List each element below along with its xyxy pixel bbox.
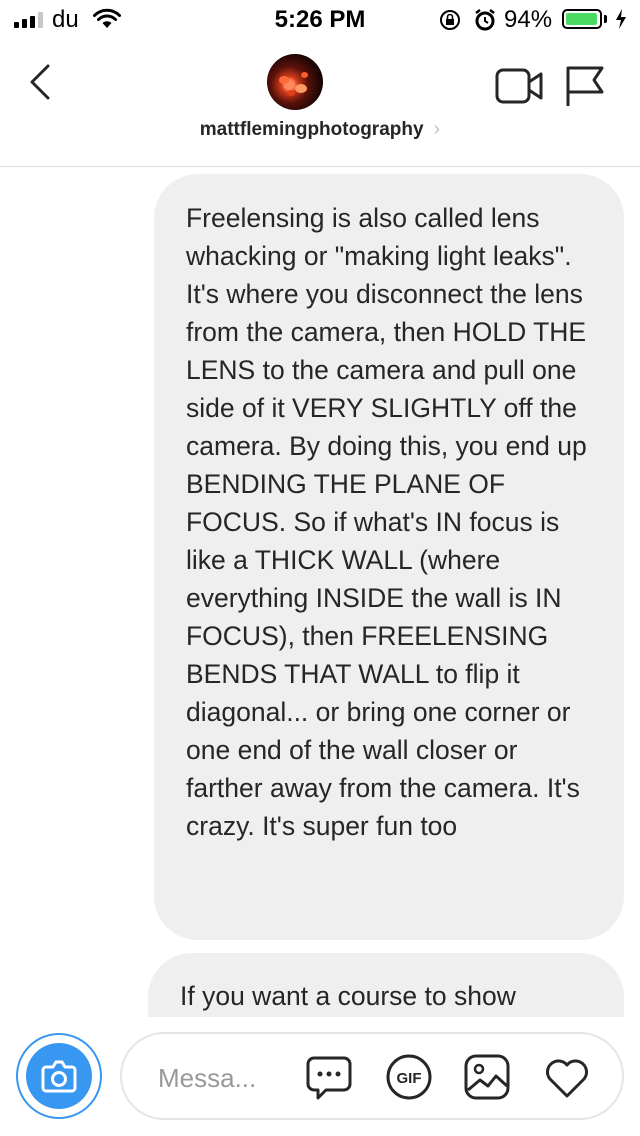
chat-bubble-icon[interactable] — [304, 1052, 354, 1102]
message-input-container: GIF — [120, 1032, 624, 1120]
username-chevron-icon: › — [433, 118, 441, 140]
charging-bolt-icon — [616, 9, 626, 29]
message-composer: GIF — [0, 1017, 640, 1136]
gif-icon[interactable]: GIF — [384, 1052, 434, 1102]
heart-icon[interactable] — [542, 1052, 592, 1102]
camera-icon — [41, 1060, 77, 1093]
flag-icon[interactable] — [564, 64, 606, 108]
rotation-lock-icon — [440, 10, 460, 30]
message-bubble[interactable]: Freelensing is also called lens whacking… — [154, 174, 624, 940]
alarm-icon — [475, 9, 495, 31]
back-chevron-icon[interactable] — [24, 58, 60, 106]
camera-button[interactable] — [16, 1033, 102, 1119]
battery-icon — [562, 9, 602, 29]
avatar[interactable] — [267, 54, 323, 110]
photo-icon[interactable] — [462, 1052, 512, 1102]
message-input[interactable] — [158, 1060, 278, 1096]
video-call-icon[interactable] — [495, 66, 545, 106]
gif-label: GIF — [397, 1070, 422, 1087]
message-text: If you want a course to show — [180, 981, 516, 1011]
battery-percent: 94% — [504, 6, 553, 33]
message-bubble[interactable]: If you want a course to show — [148, 953, 624, 1017]
message-text: Freelensing is also called lens whacking… — [186, 203, 587, 841]
status-bar: du 5:26 PM 94% — [0, 0, 640, 40]
conversation-header: mattflemingphotography › — [0, 40, 640, 167]
battery-tip — [604, 15, 607, 23]
message-thread: Freelensing is also called lens whacking… — [0, 167, 640, 1017]
username: mattflemingphotography — [199, 119, 424, 140]
battery-fill — [566, 13, 597, 25]
username-link[interactable]: mattflemingphotography › — [0, 118, 640, 141]
camera-button-fill — [26, 1043, 92, 1109]
